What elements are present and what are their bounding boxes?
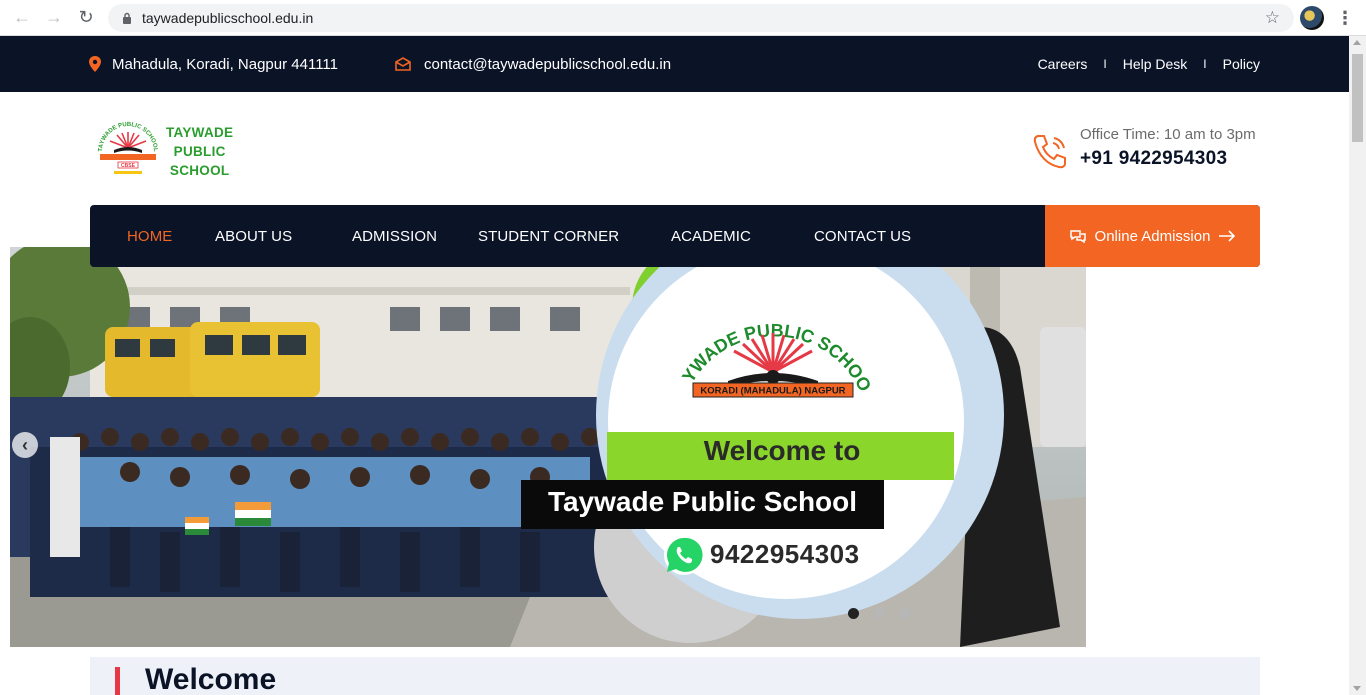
nav-admission-label: ADMISSION bbox=[352, 227, 438, 245]
office-phone[interactable]: +91 9422954303 bbox=[1080, 148, 1227, 170]
nav-about-us-label: ABOUT US bbox=[215, 227, 293, 245]
slider-dots bbox=[848, 608, 926, 619]
nav-contact-us[interactable]: CONTACT US bbox=[814, 205, 911, 267]
slider-dot[interactable] bbox=[874, 608, 885, 619]
logo-line-3: SCHOOL bbox=[169, 162, 230, 178]
browser-toolbar: ← → ↻ taywadepublicschool.edu.in ☆ ⋮ bbox=[0, 0, 1366, 36]
address-text: Mahadula, Koradi, Nagpur 441111 bbox=[112, 55, 338, 73]
nav-academic-label: ACADEMIC bbox=[671, 227, 751, 245]
online-admission-label: Online Admission bbox=[1094, 227, 1211, 245]
page-scrollbar[interactable] bbox=[1349, 36, 1366, 695]
welcome-accent-bar bbox=[115, 667, 120, 695]
hero-whatsapp-number: 9422954303 bbox=[710, 539, 860, 569]
location-pin-icon bbox=[89, 56, 101, 72]
slider-dot[interactable] bbox=[900, 608, 911, 619]
link-separator: I bbox=[1103, 57, 1107, 71]
email-envelope-icon bbox=[395, 57, 411, 71]
url-text: taywadepublicschool.edu.in bbox=[142, 10, 314, 26]
welcome-heading: Welcome bbox=[145, 663, 277, 695]
main-navigation: HOME ABOUT US ADMISSION STUDENT CORNER A… bbox=[90, 205, 1260, 267]
forward-arrow-icon[interactable]: → bbox=[38, 2, 70, 34]
online-admission-button[interactable]: Online Admission bbox=[1045, 205, 1260, 267]
nav-student-corner[interactable]: STUDENT CORNER bbox=[478, 205, 627, 267]
policy-link[interactable]: Policy bbox=[1223, 56, 1260, 72]
logo-line-1: TAYWADE bbox=[166, 124, 234, 140]
lock-icon bbox=[120, 11, 134, 25]
link-separator: I bbox=[1203, 57, 1207, 71]
logo-line-2: PUBLIC bbox=[173, 143, 226, 159]
arrow-right-icon bbox=[1219, 230, 1236, 242]
nav-home-label: HOME bbox=[127, 227, 173, 245]
reload-icon[interactable]: ↻ bbox=[70, 2, 102, 34]
school-emblem-icon: CBSE TAYWADE PUBLIC SCHOOL bbox=[98, 120, 158, 180]
email-text: contact@taywadepublicschool.edu.in bbox=[424, 55, 672, 73]
svg-text:CBSE: CBSE bbox=[121, 163, 136, 169]
profile-avatar[interactable] bbox=[1300, 6, 1324, 30]
address-info: Mahadula, Koradi, Nagpur 441111 bbox=[88, 36, 338, 92]
back-arrow-icon[interactable]: ← bbox=[6, 2, 38, 34]
phone-icon bbox=[1033, 135, 1066, 169]
top-links: Careers I Help Desk I Policy bbox=[1038, 36, 1260, 92]
careers-link[interactable]: Careers bbox=[1038, 56, 1088, 72]
nav-student-corner-label: STUDENT CORNER bbox=[478, 227, 620, 245]
nav-about-us[interactable]: ABOUT US bbox=[215, 205, 300, 267]
hero-badge-sub: KORADI (MAHADULA) NAGPUR bbox=[700, 386, 845, 397]
address-bar[interactable]: taywadepublicschool.edu.in ☆ bbox=[108, 4, 1294, 32]
nav-contact-us-label: CONTACT US bbox=[814, 227, 912, 245]
logo-wordmark: TAYWADE PUBLIC SCHOOL bbox=[166, 123, 233, 180]
school-logo[interactable]: CBSE TAYWADE PUBLIC SCHOOL TAYWADE PUBLI… bbox=[92, 118, 242, 184]
office-time: Office Time: 10 am to 3pm bbox=[1080, 126, 1256, 143]
nav-admission[interactable]: ADMISSION bbox=[352, 205, 437, 267]
hero-welcome-to: Welcome to bbox=[703, 435, 861, 466]
whatsapp-icon[interactable] bbox=[663, 534, 705, 576]
slider-dot[interactable] bbox=[848, 608, 859, 619]
page-viewport: Mahadula, Koradi, Nagpur 441111 contact@… bbox=[0, 36, 1349, 695]
office-contact: Office Time: 10 am to 3pm +91 9422954303 bbox=[1030, 124, 1270, 174]
top-info-bar: Mahadula, Koradi, Nagpur 441111 contact@… bbox=[0, 36, 1349, 92]
email-info[interactable]: contact@taywadepublicschool.edu.in bbox=[395, 36, 671, 92]
chat-bubbles-icon bbox=[1069, 230, 1086, 243]
scroll-down-arrow-icon[interactable] bbox=[1353, 686, 1361, 691]
bookmark-star-icon[interactable]: ☆ bbox=[1265, 8, 1280, 28]
scroll-up-arrow-icon[interactable] bbox=[1353, 40, 1361, 45]
nav-academic[interactable]: ACADEMIC bbox=[671, 205, 759, 267]
help-desk-link[interactable]: Help Desk bbox=[1123, 56, 1188, 72]
nav-home[interactable]: HOME bbox=[127, 205, 172, 267]
slider-prev-arrow-icon[interactable]: ‹ bbox=[12, 432, 38, 458]
scroll-thumb[interactable] bbox=[1352, 54, 1363, 142]
browser-menu-icon[interactable]: ⋮ bbox=[1336, 6, 1354, 30]
hero-school-name: Taywade Public School bbox=[547, 486, 858, 517]
